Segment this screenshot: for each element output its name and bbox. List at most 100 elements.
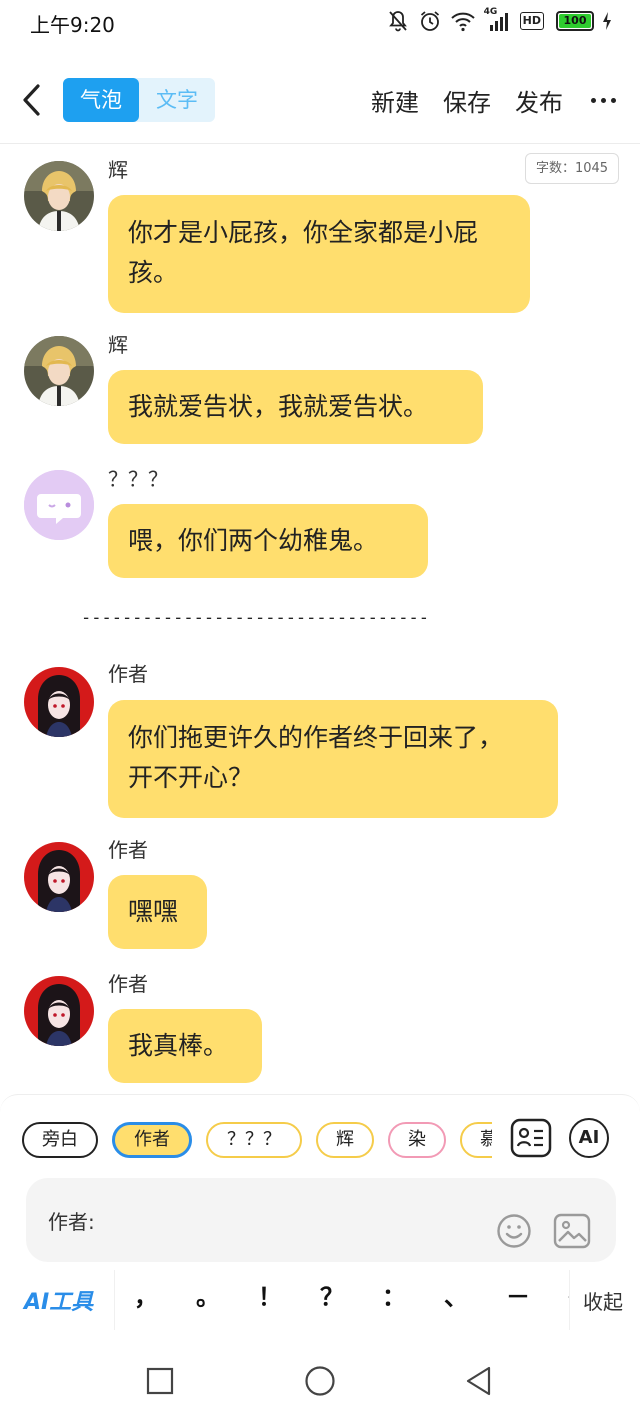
role-chip-narration[interactable]: 旁白 — [22, 1122, 98, 1158]
dark-hair-girl-avatar-icon — [24, 667, 94, 737]
battery-text: 100 — [563, 14, 587, 27]
bubble-line: 孩。 — [128, 258, 179, 287]
bubble-line: 嘿嘿 — [128, 897, 179, 926]
tab-bubble[interactable]: 气泡 — [63, 78, 139, 122]
punctuation-scroll[interactable]: ，。！？：、－～ — [114, 1270, 570, 1330]
role-chip-unknown[interactable]: ？？？ — [206, 1122, 302, 1158]
role-chips-scroll[interactable]: 旁白 作者 ？？？ 辉染慕 — [22, 1122, 492, 1158]
speaker-name: ？？？ — [108, 467, 168, 491]
new-button[interactable]: 新建 — [371, 83, 419, 118]
message-bubble[interactable]: 你才是小屁孩，你全家都是小屁 孩。 — [108, 195, 530, 313]
avatar[interactable] — [24, 667, 94, 737]
message-bubble[interactable]: 我真棒。 — [108, 1009, 262, 1083]
message-item[interactable]: ？？？ 喂，你们两个幼稚鬼。 — [0, 467, 640, 579]
image-button[interactable] — [553, 1213, 591, 1249]
avatar[interactable] — [24, 470, 94, 540]
role-chip-ran[interactable]: 染 — [388, 1122, 446, 1158]
ai-tools-button[interactable]: AI工具 — [24, 1284, 93, 1316]
avatar[interactable] — [24, 336, 94, 406]
punctuation-toolbar: AI工具 ，。！？：、－～ 收起 — [0, 1270, 640, 1330]
save-button[interactable]: 保存 — [443, 83, 491, 118]
header-actions: 新建 保存 发布 — [347, 78, 616, 122]
input-speaker-prefix: 作者: — [48, 1210, 95, 1234]
smiley-icon — [497, 1214, 531, 1248]
chat-bubble-avatar-icon — [24, 470, 94, 540]
speaker-name: 作者 — [108, 838, 148, 862]
speaker-name: 作者 — [108, 972, 148, 996]
more-options-button[interactable] — [591, 78, 616, 122]
more-dot-icon — [611, 97, 616, 103]
punct-key-period[interactable]: 。 — [177, 1270, 239, 1330]
hd-badge: HD — [519, 12, 544, 30]
publish-button[interactable]: 发布 — [515, 83, 563, 118]
message-item[interactable]: 辉 我就爱告状，我就爱告状。 — [0, 333, 640, 445]
battery-icon: 100 — [556, 11, 594, 31]
square-icon — [146, 1367, 174, 1395]
punct-key-question[interactable]: ？ — [301, 1270, 363, 1330]
more-dot-icon — [601, 97, 606, 103]
bubble-line: 喂，你们两个幼稚鬼。 — [128, 526, 379, 555]
avatar[interactable] — [24, 161, 94, 231]
editor-header: 气泡 文字 新建 保存 发布 — [0, 56, 640, 144]
message-bubble[interactable]: 你们拖更许久的作者终于回来了， 开不开心？ — [108, 700, 558, 818]
role-manager-button[interactable] — [510, 1118, 552, 1158]
speaker-name: 作者 — [108, 662, 148, 686]
role-selector: 旁白 作者 ？？？ 辉染慕 AI — [0, 1118, 640, 1160]
tab-text[interactable]: 文字 — [139, 78, 215, 122]
bubble-line: 你才是小屁孩，你全家都是小屁 — [128, 218, 479, 247]
blond-boy-avatar-icon — [24, 161, 94, 231]
role-chip-mu[interactable]: 慕 — [460, 1122, 492, 1158]
alarm-clock-icon — [420, 11, 439, 31]
back-button[interactable] — [16, 78, 50, 122]
blond-boy-avatar-icon — [24, 336, 94, 406]
collapse-button[interactable]: 收起 — [583, 1286, 623, 1315]
contact-card-icon — [510, 1118, 552, 1158]
avatar[interactable] — [24, 842, 94, 912]
dark-hair-girl-avatar-icon — [24, 842, 94, 912]
message-bubble[interactable]: 我就爱告状，我就爱告状。 — [108, 370, 483, 444]
emoji-button[interactable] — [496, 1213, 532, 1249]
dark-hair-girl-avatar-icon — [24, 976, 94, 1046]
mute-bell-icon — [388, 11, 407, 32]
section-divider: ---------------------------------- — [81, 608, 429, 628]
mode-toggle: 气泡 文字 — [63, 78, 215, 122]
message-item[interactable]: 作者 你们拖更许久的作者终于回来了， 开不开心？ — [0, 662, 640, 818]
message-item[interactable]: 作者 嘿嘿 — [0, 838, 640, 950]
ai-button[interactable]: AI — [569, 1118, 609, 1158]
bubble-line: 我就爱告状，我就爱告状。 — [128, 392, 429, 421]
status-icons: 4G HD 100 — [386, 7, 612, 34]
speaker-name: 辉 — [108, 333, 128, 357]
punct-key-exclamation[interactable]: ！ — [239, 1270, 301, 1330]
speaker-name: 辉 — [108, 158, 128, 182]
punct-key-colon[interactable]: ： — [363, 1270, 425, 1330]
bubble-line: 你们拖更许久的作者终于回来了， — [128, 723, 504, 752]
message-bubble[interactable]: 嘿嘿 — [108, 875, 207, 949]
bubble-line: 开不开心？ — [128, 763, 254, 792]
bubble-line: 我真棒。 — [128, 1031, 229, 1060]
punct-key-enumeration-comma[interactable]: 、 — [425, 1270, 487, 1330]
status-time: 上午9:20 — [30, 13, 115, 37]
nav-home-button[interactable] — [303, 1364, 337, 1398]
charging-bolt-icon — [603, 12, 611, 30]
message-bubble[interactable]: 喂，你们两个幼稚鬼。 — [108, 504, 428, 578]
chevron-left-icon — [23, 84, 40, 116]
avatar[interactable] — [24, 976, 94, 1046]
circle-icon — [305, 1366, 335, 1396]
image-icon — [553, 1213, 591, 1249]
role-chip-author[interactable]: 作者 — [112, 1122, 192, 1158]
triangle-back-icon — [466, 1366, 491, 1396]
nav-recents-button[interactable] — [143, 1364, 177, 1398]
punct-key-comma[interactable]: ， — [115, 1270, 177, 1330]
message-item[interactable]: 作者 我真棒。 — [0, 972, 640, 1084]
nav-back-button[interactable] — [462, 1364, 496, 1398]
status-bar: 上午9:20 4G HD 100 — [0, 0, 640, 44]
wifi-icon — [450, 12, 475, 32]
system-nav-bar — [0, 1340, 640, 1422]
message-item[interactable]: 辉 你才是小屁孩，你全家都是小屁 孩。 — [0, 158, 640, 313]
role-chip-hui[interactable]: 辉 — [316, 1122, 374, 1158]
message-input[interactable]: 作者: — [26, 1178, 616, 1262]
punct-key-dash[interactable]: － — [487, 1270, 549, 1330]
cellular-signal-icon: 4G — [484, 7, 512, 33]
punct-key-tilde[interactable]: ～ — [549, 1270, 569, 1330]
more-dot-icon — [591, 97, 596, 103]
